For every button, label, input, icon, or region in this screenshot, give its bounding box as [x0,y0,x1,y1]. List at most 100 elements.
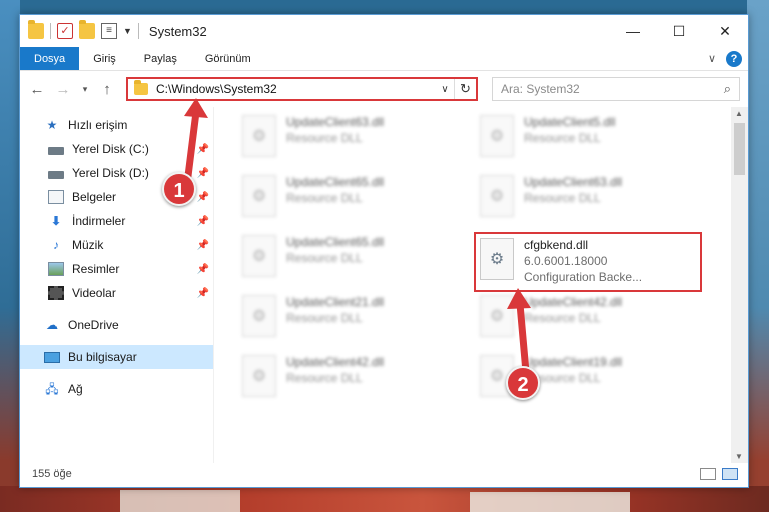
status-bar: 155 öğe [20,461,748,487]
toolbar-separator [50,23,51,39]
navigation-pane: ★ Hızlı erişim Yerel Disk (C:) 📌 Yerel D… [20,107,214,463]
sidebar-item-this-pc[interactable]: Bu bilgisayar [20,345,213,369]
sidebar-item-downloads[interactable]: ⬇ İndirmeler 📌 [20,209,213,233]
dll-file-icon: ⚙ [480,295,514,337]
list-item[interactable]: ⚙ UpdateClient42.dll Resource DLL [480,295,700,345]
scrollbar-thumb[interactable] [734,123,745,175]
ribbon-right-controls: ∨ ? [708,47,748,70]
maximize-button[interactable]: ☐ [656,15,702,47]
dll-file-icon: ⚙ [480,175,514,217]
sidebar-item-label: Ağ [68,382,83,396]
file-type: Resource DLL [524,191,601,205]
sidebar-item-pictures[interactable]: Resimler 📌 [20,257,213,281]
dll-file-icon: ⚙ [242,355,276,397]
folder-icon [134,80,148,95]
tab-file[interactable]: Dosya [20,47,80,70]
recent-locations-button[interactable]: ▾ [78,78,92,100]
search-icon: ⌕ [723,81,731,96]
dll-file-icon: ⚙ [480,115,514,157]
documents-icon [48,190,64,204]
list-item[interactable]: ⚙ UpdateClient65.dll Resource DLL [242,175,462,225]
address-path[interactable]: C:\Windows\System32 [156,82,277,96]
forward-arrow-icon: → [55,80,71,98]
sidebar-item-onedrive[interactable]: ☁ OneDrive [20,313,213,337]
tab-home[interactable]: Giriş [79,47,130,70]
properties-check-icon[interactable]: ✓ [57,23,73,39]
list-item[interactable]: ⚙ UpdateClient63.dll Resource DLL [242,115,462,165]
star-icon: ★ [46,118,58,132]
sidebar-item-label: Müzik [72,238,104,252]
details-view-icon[interactable] [700,468,716,480]
tiles-view-icon[interactable] [722,468,738,480]
list-item[interactable]: ⚙ UpdateClient5.dll Resource DLL [480,115,700,165]
search-input[interactable]: Ara: System32 ⌕ [492,77,740,101]
pin-icon: 📌 [196,167,209,179]
cfgbkend-file-item[interactable]: ⚙ cfgbkend.dll 6.0.6001.18000 Configurat… [474,232,702,292]
pictures-icon [48,262,64,276]
pin-icon: 📌 [196,215,209,227]
desktop-background-right [747,0,769,512]
address-row: ← → ▾ ↑ C:\Windows\System32 ∨ ↻ Ara: Sys… [20,71,748,107]
file-type: Resource DLL [286,191,363,205]
sidebar-item-label: Belgeler [72,190,117,204]
scroll-up-icon[interactable]: ▲ [735,109,743,118]
back-arrow-icon: ← [29,80,45,98]
list-item[interactable]: ⚙ UpdateClient42.dll Resource DLL [242,355,462,405]
file-type: Resource DLL [286,371,363,385]
file-name: UpdateClient19.dll [524,355,623,369]
vertical-scrollbar[interactable]: ▲ ▼ [731,107,748,463]
scroll-down-icon[interactable]: ▼ [735,452,743,461]
view-options-icon[interactable]: ≡ [101,23,117,39]
view-switcher [700,468,748,480]
sidebar-item-videos[interactable]: Videolar 📌 [20,281,213,305]
sidebar-item-label: Videolar [72,286,116,300]
file-name: UpdateClient21.dll [286,295,385,309]
file-type: Resource DLL [286,311,363,325]
new-folder-icon[interactable] [79,20,95,39]
explorer-window: ✓ ≡ ▼ System32 — ☐ ✕ Dosya Giriş Paylaş … [19,14,749,488]
file-name: UpdateClient42.dll [286,355,385,369]
quick-access-toolbar: ✓ ≡ ▼ [20,20,139,39]
back-button[interactable]: ← [26,78,48,100]
downloads-icon: ⬇ [50,214,62,228]
tab-share[interactable]: Paylaş [130,47,191,70]
list-item[interactable]: ⚙ UpdateClient21.dll Resource DLL [242,295,462,345]
list-item[interactable]: ⚙ UpdateClient65.dll Resource DLL [242,235,462,285]
file-type: Configuration Backe... [524,270,643,284]
help-icon[interactable]: ? [726,50,742,67]
file-name: UpdateClient5.dll [524,115,616,129]
videos-icon [48,286,64,300]
folder-icon [28,20,44,39]
tab-view[interactable]: Görünüm [191,47,265,70]
expand-ribbon-chevron-icon[interactable]: ∨ [708,52,716,65]
pin-icon: 📌 [196,239,209,251]
customize-toolbar-chevron-icon[interactable]: ▼ [123,26,132,36]
sidebar-item-music[interactable]: ♪ Müzik 📌 [20,233,213,257]
sidebar-item-local-disk-c[interactable]: Yerel Disk (C:) 📌 [20,137,213,161]
chevron-down-icon: ▾ [82,83,88,94]
file-type: Resource DLL [286,131,363,145]
list-item[interactable]: ⚙ UpdateClient63.dll Resource DLL [480,175,700,225]
up-button[interactable]: ↑ [96,78,118,100]
dll-file-icon: ⚙ [242,115,276,157]
sidebar-item-quick-access[interactable]: ★ Hızlı erişim [20,113,213,137]
sidebar-item-network[interactable]: 🖧 Ağ [20,377,213,401]
sidebar-item-label: OneDrive [68,318,119,332]
pin-icon: 📌 [196,263,209,275]
dll-file-icon: ⚙ [242,295,276,337]
drive-icon [48,170,64,179]
address-history-chevron-icon[interactable]: ∨ [436,84,454,95]
dll-file-icon: ⚙ [242,175,276,217]
minimize-button[interactable]: — [610,15,656,47]
forward-button[interactable]: → [52,78,74,100]
desktop-background-left [0,0,20,512]
close-button[interactable]: ✕ [702,15,748,47]
file-name: UpdateClient63.dll [286,115,385,129]
window-title: System32 [148,23,207,39]
toolbar-separator [137,23,139,39]
refresh-icon[interactable]: ↻ [454,79,476,99]
address-bar[interactable]: C:\Windows\System32 ∨ ↻ [126,77,478,101]
dll-file-icon: ⚙ [242,235,276,277]
